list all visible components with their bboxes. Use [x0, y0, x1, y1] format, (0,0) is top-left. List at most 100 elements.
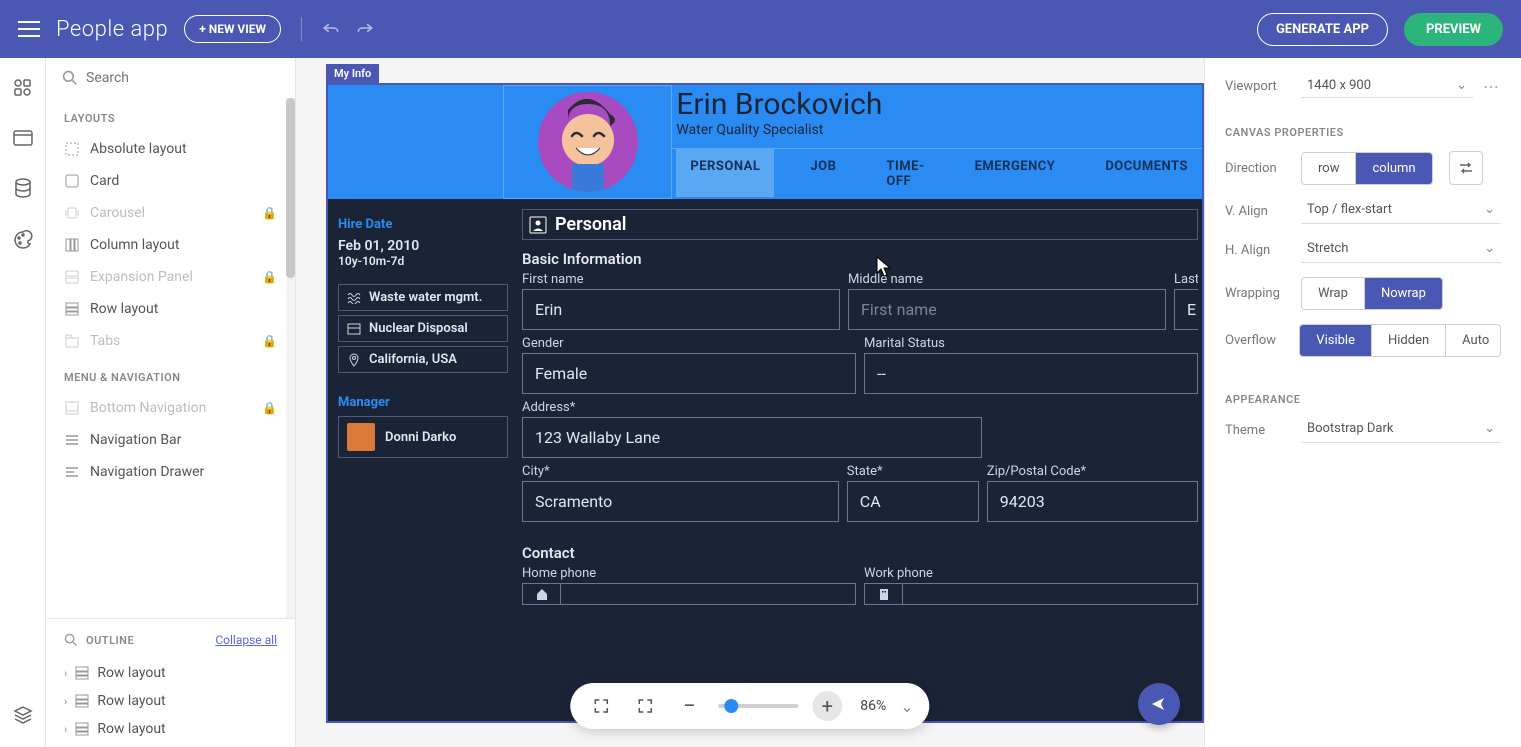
menu-item-nav-bar[interactable]: Navigation Bar [46, 424, 295, 456]
hire-span: 10y-10m-7d [338, 254, 508, 268]
chevron-right-icon: › [64, 695, 67, 708]
tree-node[interactable]: › Row layout [54, 659, 287, 687]
address-input[interactable]: 123 Wallaby Lane [522, 417, 982, 458]
tab-job[interactable]: JOB [796, 149, 850, 197]
chevron-right-icon: › [64, 723, 67, 736]
separator [301, 17, 302, 41]
tab-documents[interactable]: DOCUMENTS [1091, 149, 1202, 197]
work-phone-input[interactable] [864, 583, 1198, 605]
direction-column[interactable]: column [1356, 153, 1431, 184]
item-label: Absolute layout [90, 141, 187, 157]
layout-item-absolute[interactable]: Absolute layout [46, 133, 295, 165]
tree-node[interactable]: ›Row layout [54, 715, 287, 743]
direction-row[interactable]: row [1302, 153, 1356, 184]
wrap-option[interactable]: Wrap [1302, 278, 1365, 309]
chevron-right-icon: › [64, 667, 67, 680]
wrapping-toggle: Wrap Nowrap [1301, 277, 1443, 310]
fullscreen-icon[interactable] [630, 691, 660, 721]
fit-icon[interactable] [586, 691, 616, 721]
halign-select[interactable]: Stretch⌄ [1301, 238, 1501, 263]
redo-icon[interactable] [356, 20, 374, 39]
components-icon[interactable] [13, 78, 33, 102]
home-phone-input[interactable] [522, 583, 856, 605]
icon-rail [0, 58, 46, 747]
halign-label: H. Align [1225, 243, 1291, 258]
search-input[interactable] [86, 70, 279, 86]
profile-tabs: PERSONAL JOB TIME-OFF EMERGENCY DOCUMENT… [672, 148, 1202, 197]
tab-emergency[interactable]: EMERGENCY [961, 149, 1070, 197]
hamburger-icon[interactable] [18, 21, 40, 37]
zoom-slider[interactable] [718, 704, 798, 708]
undo-icon[interactable] [322, 20, 340, 39]
tab-personal[interactable]: PERSONAL [676, 149, 774, 197]
profile-header: Erin Brockovich Water Quality Specialist… [328, 85, 1202, 199]
building-icon [865, 584, 903, 604]
theme-label: Theme [1225, 423, 1291, 438]
outline-tree: ›Row layout ›Row layout ›Row layout [46, 655, 295, 747]
viewport-label: Viewport [1225, 79, 1291, 94]
tree-node-label: Row layout [97, 693, 165, 709]
item-label: Navigation Drawer [90, 464, 204, 480]
tree-node[interactable]: › Row layout [54, 687, 287, 715]
swap-axes-button[interactable] [1449, 151, 1483, 185]
zoom-in-button[interactable]: + [812, 691, 842, 721]
nowrap-option[interactable]: Nowrap [1365, 278, 1442, 309]
collapse-all-link[interactable]: Collapse all [215, 633, 277, 647]
item-label: Tabs [90, 333, 120, 349]
tree-node-label: Row layout [97, 665, 165, 681]
home-phone-label: Home phone [522, 566, 856, 581]
views-icon[interactable] [13, 130, 33, 150]
overflow-hidden[interactable]: Hidden [1372, 325, 1446, 356]
state-input[interactable]: CA [847, 481, 979, 522]
person-icon [529, 216, 547, 234]
sub-header: Basic Information [522, 250, 1198, 268]
search-icon [64, 633, 78, 647]
search-box[interactable] [46, 58, 295, 98]
chevron-down-icon: ⌄ [1484, 241, 1495, 256]
first-name-input[interactable]: Erin [522, 289, 840, 330]
zoom-toolbar: − + 86% ⌄ [570, 683, 929, 729]
item-label: Carousel [90, 205, 145, 221]
middle-name-input[interactable]: First name [848, 289, 1166, 330]
new-view-button[interactable]: + NEW VIEW [184, 15, 281, 43]
more-icon[interactable]: ⋯ [1483, 77, 1501, 96]
first-name-label: First name [522, 272, 840, 287]
lock-icon: 🔒 [262, 206, 277, 220]
gender-select[interactable]: Female [522, 353, 856, 394]
layout-item-card[interactable]: Card [46, 165, 295, 197]
overflow-visible[interactable]: Visible [1300, 325, 1372, 356]
valign-select[interactable]: Top / flex-start⌄ [1301, 199, 1501, 224]
layout-item-column[interactable]: Column layout [46, 229, 295, 261]
layers-icon[interactable] [13, 705, 33, 729]
city-input[interactable]: Scramento [522, 481, 839, 522]
section-header: CANVAS PROPERTIES [1225, 112, 1501, 151]
generate-app-button[interactable]: GENERATE APP [1257, 13, 1388, 46]
section-header: Personal [522, 209, 1198, 240]
preview-canvas[interactable]: Erin Brockovich Water Quality Specialist… [326, 83, 1204, 723]
zoom-dropdown[interactable]: ⌄ [900, 697, 913, 716]
chevron-down-icon: ⌄ [1484, 421, 1495, 436]
overflow-label: Overflow [1225, 333, 1289, 348]
category-menu: MENU & NAVIGATION [46, 357, 295, 392]
manager-name: Donni Darko [385, 430, 456, 445]
marital-label: Marital Status [864, 336, 1198, 351]
run-button[interactable] [1138, 683, 1180, 725]
tab-timeoff[interactable]: TIME-OFF [872, 149, 938, 197]
data-icon[interactable] [14, 178, 32, 202]
zip-input[interactable]: 94203 [987, 481, 1198, 522]
preview-button[interactable]: PREVIEW [1404, 13, 1503, 46]
scrollbar-thumb[interactable] [286, 98, 295, 278]
layout-item-tabs: Tabs🔒 [46, 325, 295, 357]
zoom-out-button[interactable]: − [674, 691, 704, 721]
item-label: Card [90, 173, 119, 189]
overflow-auto[interactable]: Auto [1446, 325, 1501, 356]
last-name-label: Last [1174, 272, 1198, 287]
menu-item-nav-drawer[interactable]: Navigation Drawer [46, 456, 295, 488]
layout-item-row[interactable]: Row layout [46, 293, 295, 325]
last-name-input[interactable]: E [1174, 289, 1198, 330]
marital-select[interactable]: -- [864, 353, 1198, 394]
theme-icon[interactable] [13, 230, 33, 254]
theme-select[interactable]: Bootstrap Dark⌄ [1301, 418, 1501, 443]
topbar: People app + NEW VIEW GENERATE APP PREVI… [0, 0, 1521, 58]
viewport-select[interactable]: 1440 x 900⌄ [1301, 74, 1473, 98]
